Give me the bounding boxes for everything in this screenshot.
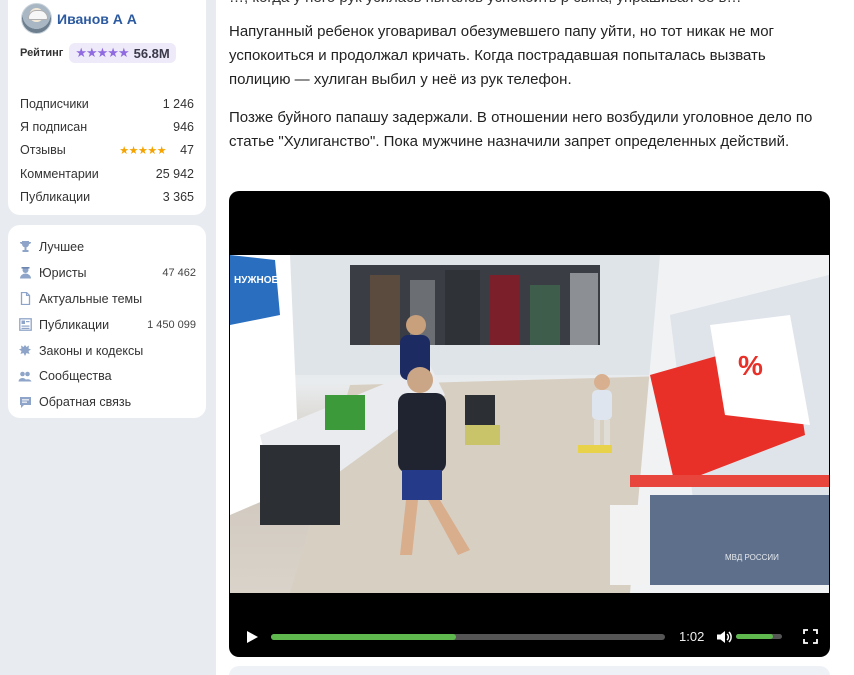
- video-frame[interactable]: НУЖНОЕ % МВД РОССИИ: [230, 255, 829, 593]
- review-stars-icon: ★★★★★: [119, 144, 167, 157]
- sidebar-item-label: Лучшее: [39, 239, 85, 254]
- video-progress-bar[interactable]: [271, 634, 665, 640]
- stat-label: Отзывы: [20, 143, 66, 158]
- emblem-icon: [18, 344, 32, 358]
- sidebar-item-label: Сообщества: [39, 369, 112, 384]
- sidebar-item-count: 1 450 099: [147, 318, 196, 331]
- stat-label: Комментарии: [20, 166, 99, 181]
- stat-value: 1 246: [162, 96, 194, 111]
- volume-slider[interactable]: [736, 634, 782, 639]
- sidebar-item-best[interactable]: Лучшее: [18, 234, 196, 260]
- play-icon[interactable]: [245, 630, 259, 644]
- stat-label: Подписчики: [20, 96, 89, 111]
- sidebar-item-publications[interactable]: Публикации 1 450 099: [18, 312, 196, 338]
- nav-card: Лучшее Юристы 47 462 Актуальные темы Пуб…: [8, 225, 206, 418]
- feedback-icon: [18, 395, 32, 409]
- document-icon: [18, 292, 32, 306]
- stat-comments[interactable]: Комментарии 25 942: [20, 162, 194, 185]
- profile-stats: Подписчики 1 246 Я подписан 946 Отзывы ★…: [20, 92, 194, 208]
- video-progress-fill: [271, 634, 457, 640]
- video-player[interactable]: НУЖНОЕ % МВД РОССИИ 1:02: [229, 191, 830, 657]
- stat-value: 946: [173, 119, 194, 134]
- sidebar-item-label: Юристы: [39, 265, 87, 280]
- username[interactable]: Иванов А А: [57, 11, 137, 27]
- next-block: [229, 666, 830, 675]
- rating-value: 56.8M: [133, 45, 170, 61]
- community-icon: [18, 369, 32, 383]
- volume-icon[interactable]: [716, 629, 732, 645]
- stat-value: 25 942: [155, 166, 194, 181]
- publications-icon: [18, 318, 32, 332]
- avatar[interactable]: [21, 3, 52, 34]
- sidebar-nav: Лучшее Юристы 47 462 Актуальные темы Пуб…: [18, 234, 196, 415]
- sidebar-item-lawyers[interactable]: Юристы 47 462: [18, 260, 196, 286]
- stat-label: Публикации: [20, 189, 91, 204]
- sidebar-item-laws[interactable]: Законы и кодексы: [18, 338, 196, 364]
- rating-stars-icon: ★★★★★: [75, 45, 129, 60]
- watermark-text: МВД РОССИИ: [725, 553, 779, 562]
- profile-card: Иванов А А Рейтинг ★★★★★ 56.8M Подписчик…: [8, 0, 206, 215]
- sidebar-item-label: Законы и кодексы: [39, 343, 144, 358]
- volume-fill: [736, 634, 773, 639]
- sidebar-item-label: Публикации: [39, 317, 110, 332]
- stat-publications[interactable]: Публикации 3 365: [20, 185, 194, 208]
- video-time: 1:02: [679, 629, 705, 644]
- rating-label: Рейтинг: [20, 47, 64, 59]
- trophy-icon: [18, 240, 32, 254]
- sidebar-item-communities[interactable]: Сообщества: [18, 363, 196, 389]
- sale-sign-text: %: [738, 350, 763, 381]
- store-sign-text: НУЖНОЕ: [234, 275, 278, 286]
- profile-header[interactable]: Иванов А А: [21, 3, 137, 34]
- store-scene-image: НУЖНОЕ % МВД РОССИИ: [230, 255, 829, 593]
- article-paragraph: Напуганный ребенок уговаривал обезумевше…: [229, 23, 775, 88]
- video-controls: 1:02: [229, 617, 830, 657]
- stat-label: Я подписан: [20, 119, 88, 134]
- stat-value: 3 365: [162, 189, 194, 204]
- stat-subscribers[interactable]: Подписчики 1 246: [20, 92, 194, 115]
- article-paragraph-partial: …, когда у него рук усилась пытаясь успо…: [229, 0, 819, 10]
- stat-reviews[interactable]: Отзывы ★★★★★ 47: [20, 139, 194, 162]
- article-body: …, когда у него рук усилась пытаясь успо…: [216, 0, 854, 675]
- lawyer-icon: [18, 266, 32, 280]
- sidebar-item-feedback[interactable]: Обратная связь: [18, 389, 196, 415]
- rating-badge: ★★★★★ 56.8M: [69, 43, 176, 63]
- sidebar-item-label: Обратная связь: [39, 395, 132, 410]
- stat-subscribed[interactable]: Я подписан 946: [20, 115, 194, 138]
- article-paragraph: Позже буйного папашу задержали. В отноше…: [229, 109, 813, 150]
- rating-row: Рейтинг ★★★★★ 56.8M: [20, 43, 176, 63]
- stat-value: 47: [180, 143, 194, 158]
- fullscreen-icon[interactable]: [803, 629, 818, 644]
- sidebar-item-topics[interactable]: Актуальные темы: [18, 286, 196, 312]
- sidebar-item-count: 47 462: [162, 266, 196, 279]
- sidebar-item-label: Актуальные темы: [39, 291, 143, 306]
